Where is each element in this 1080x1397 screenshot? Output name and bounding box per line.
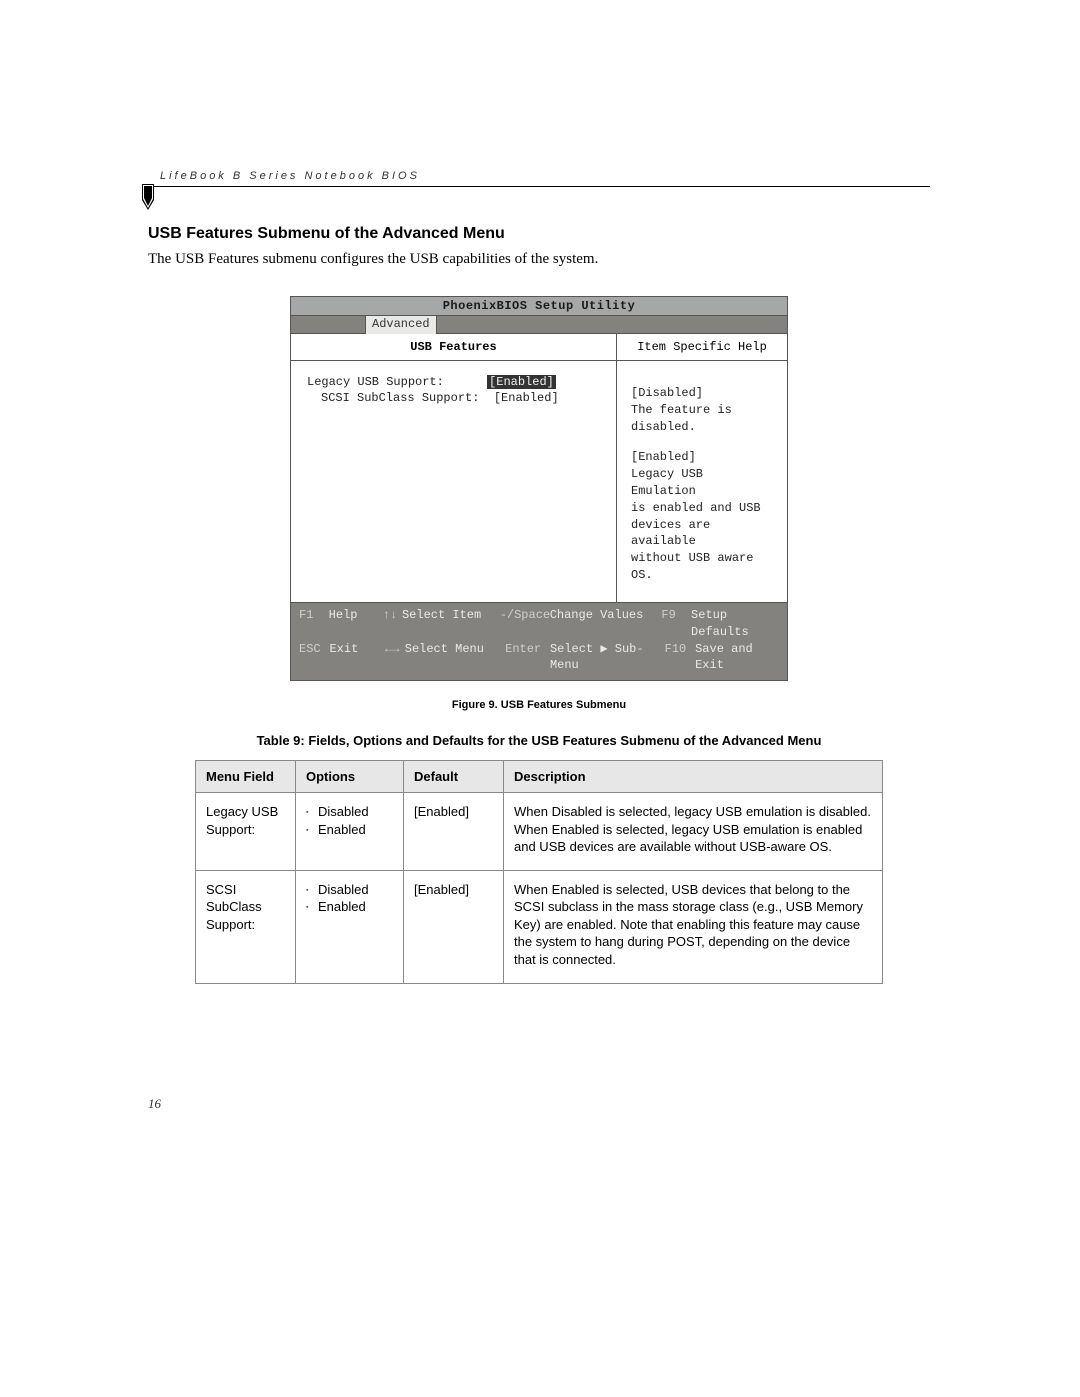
help-enabled-text-4: without USB aware OS.	[631, 550, 773, 584]
key-f1: F1	[299, 607, 329, 641]
bios-help-panel: [Disabled] The feature is disabled. [Ena…	[617, 361, 787, 602]
cell-menu-field: Legacy USB Support:	[196, 793, 296, 871]
scsi-subclass-label: SCSI SubClass Support:	[321, 391, 479, 405]
key-minus-space: -/Space	[500, 607, 550, 641]
legacy-usb-label: Legacy USB Support:	[307, 375, 444, 389]
cell-default: [Enabled]	[404, 870, 504, 983]
key-f1-label: Help	[329, 607, 383, 641]
cell-default: [Enabled]	[404, 793, 504, 871]
cell-description: When Disabled is selected, legacy USB em…	[504, 793, 883, 871]
key-f9-label: Setup Defaults	[691, 607, 779, 641]
help-disabled-text: The feature is disabled.	[631, 402, 773, 436]
key-minus-label: Change Values	[550, 607, 662, 641]
help-enabled-label: [Enabled]	[631, 449, 773, 466]
key-enter: Enter	[505, 641, 550, 675]
th-menu-field: Menu Field	[196, 761, 296, 793]
page-number: 16	[148, 1096, 161, 1112]
cell-options: DisabledEnabled	[296, 793, 404, 871]
key-updown: ↑↓	[383, 607, 402, 641]
option-item: Disabled	[306, 881, 393, 899]
intro-paragraph: The USB Features submenu configures the …	[148, 251, 930, 268]
key-f9: F9	[661, 607, 691, 641]
help-disabled-label: [Disabled]	[631, 385, 773, 402]
option-item: Enabled	[306, 821, 393, 839]
bios-help-title: Item Specific Help	[617, 334, 787, 360]
bios-screenshot: PhoenixBIOS Setup Utility Advanced USB F…	[290, 296, 788, 681]
th-description: Description	[504, 761, 883, 793]
th-default: Default	[404, 761, 504, 793]
table-title: Table 9: Fields, Options and Defaults fo…	[148, 733, 930, 748]
key-updown-label: Select Item	[402, 607, 500, 641]
option-item: Enabled	[306, 898, 393, 916]
section-title: USB Features Submenu of the Advanced Men…	[148, 225, 930, 243]
figure-caption: Figure 9. USB Features Submenu	[148, 699, 930, 711]
key-enter-label: Select ▶ Sub-Menu	[550, 641, 665, 675]
cell-options: DisabledEnabled	[296, 870, 404, 983]
th-options: Options	[296, 761, 404, 793]
key-f10: F10	[665, 641, 695, 675]
bios-panel-title: USB Features	[291, 334, 617, 360]
bios-panel-header: USB Features Item Specific Help	[291, 334, 787, 361]
help-enabled-text-1: Legacy USB Emulation	[631, 466, 773, 500]
cell-menu-field: SCSI SubClass Support:	[196, 870, 296, 983]
key-esc-label: Exit	[329, 641, 385, 675]
option-item: Disabled	[306, 803, 393, 821]
table-row: SCSI SubClass Support:DisabledEnabled[En…	[196, 870, 883, 983]
options-table: Menu Field Options Default Description L…	[195, 760, 883, 983]
legacy-usb-value: [Enabled]	[487, 375, 556, 389]
bios-footer: F1 Help ↑↓ Select Item -/Space Change Va…	[291, 603, 787, 680]
help-enabled-text-2: is enabled and USB	[631, 500, 773, 517]
key-leftright: ←→	[385, 641, 405, 675]
bios-title-bar: PhoenixBIOS Setup Utility	[291, 297, 787, 316]
running-head-text: LifeBook B Series Notebook BIOS	[160, 170, 420, 182]
cell-description: When Enabled is selected, USB devices th…	[504, 870, 883, 983]
running-head: LifeBook B Series Notebook BIOS	[148, 170, 930, 187]
bios-tab-advanced: Advanced	[365, 316, 437, 334]
key-f10-label: Save and Exit	[695, 641, 779, 675]
bios-options-panel: Legacy USB Support: [Enabled] SCSI SubCl…	[291, 361, 617, 602]
key-leftright-label: Select Menu	[405, 641, 505, 675]
scsi-subclass-value: [Enabled]	[494, 391, 559, 405]
help-enabled-text-3: devices are available	[631, 517, 773, 551]
bios-tab-bar: Advanced	[291, 316, 787, 334]
table-row: Legacy USB Support:DisabledEnabled[Enabl…	[196, 793, 883, 871]
key-esc: ESC	[299, 641, 329, 675]
